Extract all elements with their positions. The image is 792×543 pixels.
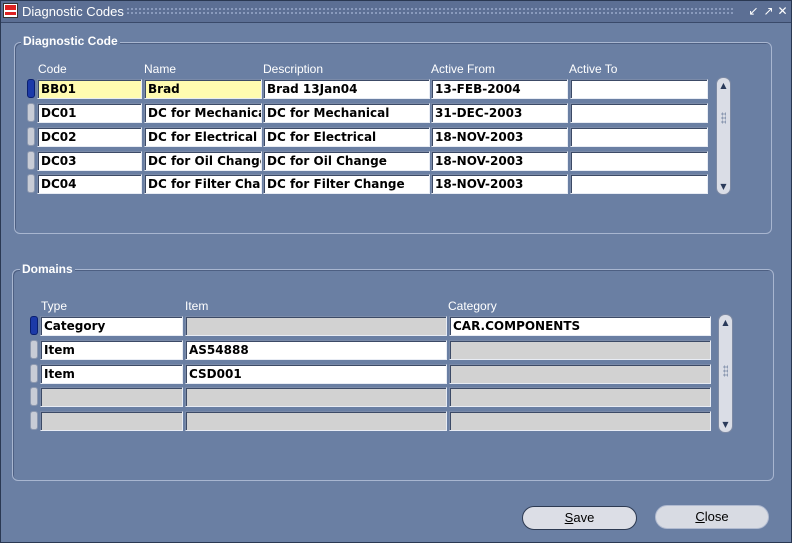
diagnostic-code-scrollbar[interactable]: ▲ ▼ <box>716 77 731 195</box>
domains-scrollbar[interactable]: ▲ ▼ <box>718 314 733 433</box>
close-window-icon[interactable]: ✕ <box>776 4 789 18</box>
description-cell[interactable]: Brad 13Jan04 <box>263 79 430 99</box>
column-header-category: Category <box>448 299 497 313</box>
category-cell[interactable] <box>449 340 711 360</box>
type-cell[interactable] <box>40 387 183 407</box>
scroll-down-icon[interactable]: ▼ <box>717 180 730 193</box>
scroll-thumb-grip[interactable] <box>721 112 726 124</box>
item-cell[interactable] <box>185 316 447 336</box>
window-title: Diagnostic Codes <box>22 4 124 19</box>
column-header-active-from: Active From <box>431 62 496 76</box>
active-from-cell[interactable]: 18-NOV-2003 <box>431 174 568 194</box>
name-cell[interactable]: DC for Oil Change <box>144 151 262 171</box>
close-label: lose <box>704 509 729 524</box>
close-mnemonic: C <box>695 509 705 524</box>
scroll-thumb-grip[interactable] <box>723 365 728 377</box>
scroll-up-icon[interactable]: ▲ <box>719 316 732 329</box>
category-cell[interactable] <box>449 364 711 384</box>
column-header-active-to: Active To <box>569 62 618 76</box>
column-header-type: Type <box>41 299 68 313</box>
item-cell[interactable] <box>185 387 447 407</box>
code-cell[interactable]: DC01 <box>37 103 142 123</box>
save-button[interactable]: Save <box>522 506 637 530</box>
description-cell[interactable]: DC for Oil Change <box>263 151 430 171</box>
active-to-cell[interactable] <box>570 79 708 99</box>
close-button[interactable]: Close <box>655 505 769 529</box>
row-indicator[interactable] <box>27 103 35 122</box>
domains-group-title: Domains <box>20 262 75 276</box>
row-indicator[interactable] <box>30 411 38 430</box>
column-header-code: Code <box>38 62 67 76</box>
item-cell[interactable]: AS54888 <box>185 340 447 360</box>
row-indicator[interactable] <box>30 364 38 383</box>
active-to-cell[interactable] <box>570 174 708 194</box>
description-cell[interactable]: DC for Filter Change <box>263 174 430 194</box>
type-cell[interactable] <box>40 411 183 431</box>
code-cell[interactable]: BB01 <box>37 79 142 99</box>
scroll-up-icon[interactable]: ▲ <box>717 79 730 92</box>
code-cell[interactable]: DC03 <box>37 151 142 171</box>
row-indicator[interactable] <box>27 79 35 98</box>
scroll-down-icon[interactable]: ▼ <box>719 418 732 431</box>
name-cell[interactable]: Brad <box>144 79 262 99</box>
description-cell[interactable]: DC for Mechanical <box>263 103 430 123</box>
type-cell[interactable]: Category <box>40 316 183 336</box>
minimize-icon[interactable]: ↙ <box>747 4 760 18</box>
active-from-cell[interactable]: 13-FEB-2004 <box>431 79 568 99</box>
title-bar-grip <box>126 7 734 15</box>
type-cell[interactable]: Item <box>40 340 183 360</box>
name-cell[interactable]: DC for Filter Change <box>144 174 262 194</box>
code-cell[interactable]: DC02 <box>37 127 142 147</box>
row-indicator[interactable] <box>30 340 38 359</box>
active-from-cell[interactable]: 31-DEC-2003 <box>431 103 568 123</box>
maximize-icon[interactable]: ↗ <box>762 4 775 18</box>
oracle-logo-icon <box>3 3 18 18</box>
item-cell[interactable]: CSD001 <box>185 364 447 384</box>
diagnostic-codes-window: Diagnostic Codes ↙ ↗ ✕ Diagnostic Code C… <box>0 0 792 543</box>
column-header-name: Name <box>144 62 177 76</box>
column-header-item: Item <box>185 299 209 313</box>
active-from-cell[interactable]: 18-NOV-2003 <box>431 151 568 171</box>
save-label: ave <box>573 510 595 525</box>
item-cell[interactable] <box>185 411 447 431</box>
row-indicator[interactable] <box>30 387 38 406</box>
code-cell[interactable]: DC04 <box>37 174 142 194</box>
active-to-cell[interactable] <box>570 151 708 171</box>
column-header-description: Description <box>263 62 324 76</box>
row-indicator[interactable] <box>27 174 35 193</box>
row-indicator[interactable] <box>27 151 35 170</box>
active-from-cell[interactable]: 18-NOV-2003 <box>431 127 568 147</box>
category-cell[interactable] <box>449 411 711 431</box>
active-to-cell[interactable] <box>570 103 708 123</box>
row-indicator[interactable] <box>30 316 38 335</box>
title-bar[interactable]: Diagnostic Codes ↙ ↗ ✕ <box>1 1 791 23</box>
name-cell[interactable]: DC for Mechanical <box>144 103 262 123</box>
active-to-cell[interactable] <box>570 127 708 147</box>
diagnostic-code-group-title: Diagnostic Code <box>21 34 120 48</box>
description-cell[interactable]: DC for Electrical <box>263 127 430 147</box>
category-cell[interactable]: CAR.COMPONENTS <box>449 316 711 336</box>
type-cell[interactable]: Item <box>40 364 183 384</box>
row-indicator[interactable] <box>27 127 35 146</box>
name-cell[interactable]: DC for Electrical <box>144 127 262 147</box>
category-cell[interactable] <box>449 387 711 407</box>
